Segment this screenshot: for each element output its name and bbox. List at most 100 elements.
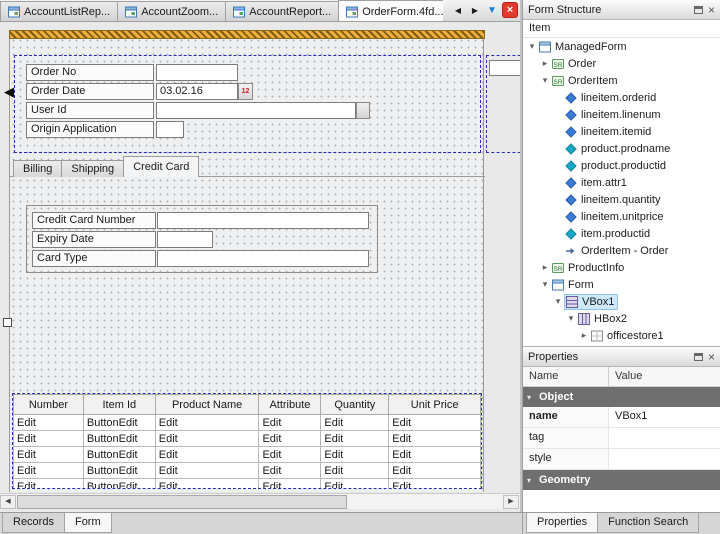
chevron-expanded-icon[interactable]: ▾ <box>526 41 538 52</box>
resize-handle[interactable] <box>3 318 12 327</box>
tree-item-orderitem-order[interactable]: OrderItem - Order <box>523 242 720 259</box>
field-input-user-id[interactable] <box>156 102 356 119</box>
collapse-left-arrow-icon[interactable]: ◀ <box>4 84 14 100</box>
tree-item-item-attr1[interactable]: item.attr1 <box>523 174 720 191</box>
property-value[interactable] <box>609 428 720 448</box>
table-cell[interactable]: Edit <box>14 415 84 431</box>
property-section-geometry[interactable]: ▾Geometry <box>523 470 720 490</box>
table-cell[interactable]: Edit <box>259 463 321 479</box>
tree-item-form[interactable]: ▾Form <box>523 276 720 293</box>
property-value[interactable]: VBox1 <box>609 407 720 427</box>
undock-panel-icon[interactable] <box>694 6 703 14</box>
tree-item-managedform[interactable]: ▾ManagedForm <box>523 38 720 55</box>
table-cell[interactable]: Edit <box>259 431 321 447</box>
tree-item-order[interactable]: ▸SROrder <box>523 55 720 72</box>
table-cell[interactable]: Edit <box>389 479 481 490</box>
tree-item-item-productid[interactable]: item.productid <box>523 225 720 242</box>
tree-item-productinfo[interactable]: ▸SRProductInfo <box>523 259 720 276</box>
table-cell[interactable]: ButtonEdit <box>83 415 155 431</box>
column-header-unit-price[interactable]: Unit Price <box>389 395 481 415</box>
table-cell[interactable]: Edit <box>14 431 84 447</box>
tree-item-vbox1[interactable]: ▾VBox1 <box>523 293 720 310</box>
table-cell[interactable]: ButtonEdit <box>83 479 155 490</box>
table-cell[interactable]: Edit <box>321 463 389 479</box>
table-cell[interactable]: Edit <box>389 447 481 463</box>
document-tab-accountreport[interactable]: AccountReport... <box>225 1 339 21</box>
table-cell[interactable]: Edit <box>155 463 259 479</box>
tree-item-lineitem-linenum[interactable]: lineitem.linenum <box>523 106 720 123</box>
order-items-table[interactable]: NumberItem IdProduct NameAttributeQuanti… <box>12 393 482 489</box>
vbox-selection-hatch[interactable] <box>9 30 485 39</box>
field-input-order-date[interactable]: 03.02.16 <box>156 83 238 100</box>
tree-item-lineitem-itemid[interactable]: lineitem.itemid <box>523 123 720 140</box>
tree-item-lineitem-orderid[interactable]: lineitem.orderid <box>523 89 720 106</box>
form-field-input[interactable] <box>489 60 520 76</box>
chevron-collapsed-icon[interactable]: ▸ <box>539 262 551 273</box>
tree-item-lineitem-quantity[interactable]: lineitem.quantity <box>523 191 720 208</box>
chevron-collapsed-icon[interactable]: ▸ <box>539 58 551 69</box>
dock-tab-properties[interactable]: Properties <box>526 513 598 533</box>
field-input-order-no[interactable] <box>156 64 238 81</box>
chevron-expanded-icon[interactable]: ▾ <box>565 313 577 324</box>
scrollbar-thumb[interactable] <box>17 495 347 509</box>
table-cell[interactable]: Edit <box>389 415 481 431</box>
column-header-item-id[interactable]: Item Id <box>83 395 155 415</box>
scroll-tabs-left-button[interactable]: ◀ <box>451 3 465 18</box>
table-cell[interactable]: Edit <box>389 463 481 479</box>
table-cell[interactable]: Edit <box>14 463 84 479</box>
column-header-quantity[interactable]: Quantity <box>321 395 389 415</box>
view-tab-records[interactable]: Records <box>2 513 65 533</box>
scroll-tabs-right-button[interactable]: ▶ <box>468 3 482 18</box>
property-value[interactable] <box>609 449 720 469</box>
chevron-collapsed-icon[interactable]: ▸ <box>578 330 590 341</box>
scrollbar-right-icon[interactable]: ▶ <box>503 495 519 509</box>
table-cell[interactable]: Edit <box>259 447 321 463</box>
tab-credit-card[interactable]: Credit Card <box>123 156 199 177</box>
table-cell[interactable]: Edit <box>321 431 389 447</box>
form-design-canvas[interactable]: ◀ BillingShippingCredit Card NumberItem … <box>0 22 520 512</box>
dock-tab-function-search[interactable]: Function Search <box>597 513 699 533</box>
column-header-attribute[interactable]: Attribute <box>259 395 321 415</box>
document-tab-accountzoom[interactable]: AccountZoom... <box>117 1 226 21</box>
table-cell[interactable]: ButtonEdit <box>83 447 155 463</box>
horizontal-scrollbar[interactable]: ◀ ▶ <box>0 493 520 509</box>
field-ellipsis-button[interactable] <box>356 102 370 119</box>
tab-billing[interactable]: Billing <box>13 160 62 177</box>
view-tab-form[interactable]: Form <box>64 513 112 533</box>
table-cell[interactable]: Edit <box>321 447 389 463</box>
tree-item-officestore1[interactable]: ▸officestore1 <box>523 327 720 344</box>
tree-item-hbox2[interactable]: ▾HBox2 <box>523 310 720 327</box>
field-input-origin-application[interactable] <box>156 121 184 138</box>
table-cell[interactable]: ButtonEdit <box>83 431 155 447</box>
tab-shipping[interactable]: Shipping <box>61 160 124 177</box>
table-cell[interactable]: Edit <box>321 415 389 431</box>
tab-list-dropdown-icon[interactable]: ▼ <box>485 3 499 18</box>
close-panel-icon[interactable]: × <box>708 5 715 15</box>
table-cell[interactable]: Edit <box>155 415 259 431</box>
chevron-expanded-icon[interactable]: ▾ <box>539 279 551 290</box>
table-cell[interactable]: Edit <box>155 431 259 447</box>
chevron-expanded-icon[interactable]: ▾ <box>539 75 551 86</box>
table-cell[interactable]: Edit <box>14 479 84 490</box>
close-panel-icon[interactable]: × <box>708 352 715 362</box>
table-cell[interactable]: Edit <box>389 431 481 447</box>
chevron-expanded-icon[interactable]: ▾ <box>552 296 564 307</box>
table-cell[interactable]: Edit <box>321 479 389 490</box>
field-input-card-type[interactable] <box>157 250 369 267</box>
close-document-button[interactable]: × <box>502 2 518 18</box>
document-tab-accountlistrep[interactable]: AccountListRep... <box>0 1 118 21</box>
undock-panel-icon[interactable] <box>694 353 703 361</box>
table-cell[interactable]: Edit <box>259 415 321 431</box>
scrollbar-left-icon[interactable]: ◀ <box>0 495 16 509</box>
table-cell[interactable]: Edit <box>14 447 84 463</box>
document-tab-orderform-4fd[interactable]: OrderForm.4fd... <box>338 0 443 21</box>
property-section-object[interactable]: ▾Object <box>523 387 720 407</box>
tree-item-product-prodname[interactable]: product.prodname <box>523 140 720 157</box>
tree-item-orderitem[interactable]: ▾SROrderItem <box>523 72 720 89</box>
table-cell[interactable]: ButtonEdit <box>83 463 155 479</box>
tree-item-product-productid[interactable]: product.productid <box>523 157 720 174</box>
table-cell[interactable]: Edit <box>259 479 321 490</box>
column-header-number[interactable]: Number <box>14 395 84 415</box>
tree-item-lineitem-unitprice[interactable]: lineitem.unitprice <box>523 208 720 225</box>
field-input-credit-card-number[interactable] <box>157 212 369 229</box>
